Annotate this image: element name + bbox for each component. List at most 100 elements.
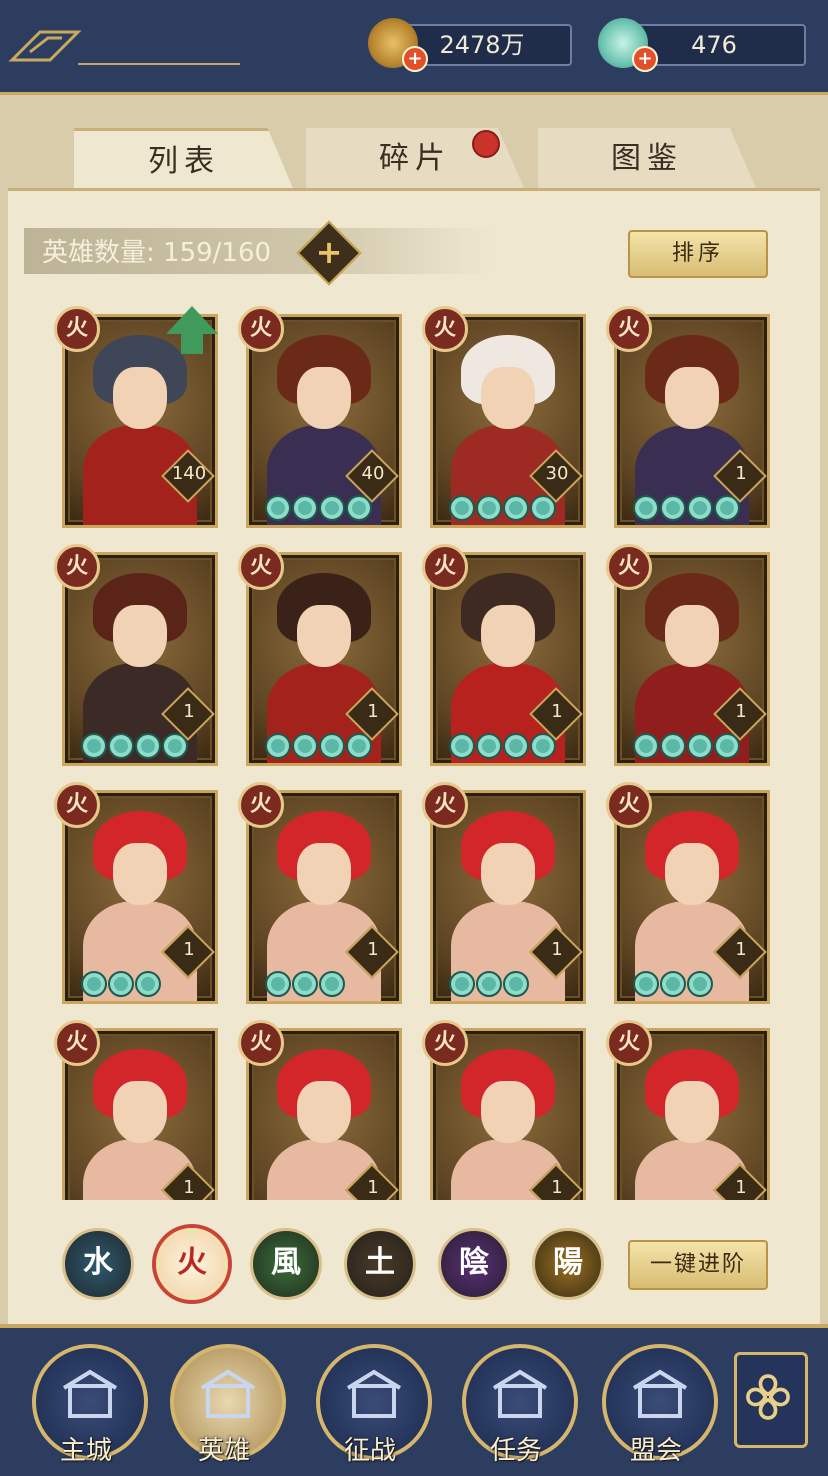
jade-star-icon: [476, 971, 502, 997]
fire-element-badge: 火: [606, 544, 652, 590]
jade-star-icon: [714, 495, 740, 521]
hero-level: 1: [367, 701, 379, 722]
fire-element-badge: 火: [238, 306, 284, 352]
coin-counter: 2478万 +: [368, 18, 572, 72]
jade-star-icon: [449, 733, 475, 759]
menu-ornament-icon: [8, 30, 240, 65]
hero-face: [665, 605, 719, 667]
jade-star-icon: [265, 495, 291, 521]
hero-level: 140: [171, 463, 207, 484]
tab-collection[interactable]: 图鉴: [538, 128, 756, 188]
star-rating: [449, 733, 557, 759]
add-coin-button[interactable]: +: [402, 46, 428, 72]
hero-level: 1: [367, 939, 379, 960]
jade-star-icon: [476, 495, 502, 521]
hero-count-banner: 英雄数量: 159/160: [24, 228, 494, 274]
hero-portrait-icon: [200, 1369, 256, 1418]
upgrade-all-button[interactable]: 一键进阶: [628, 1240, 768, 1290]
jade-counter: 476 +: [598, 18, 806, 72]
jade-star-icon: [162, 733, 188, 759]
hero-level: 1: [735, 939, 747, 960]
hero-level: 1: [551, 701, 563, 722]
hero-grid: 140 火 40 火 30 火 1 火 1 火 1 火 1 火 1 火 1 火 1 火 1 火 1 火 1 火 1 火 1 火 1 火: [40, 296, 780, 1200]
jade-star-icon: [108, 733, 134, 759]
hero-face: [481, 367, 535, 429]
fire-element-badge: 火: [54, 1020, 100, 1066]
nav-label: 征战: [343, 1436, 396, 1466]
scroll-bell-icon: [492, 1369, 548, 1418]
fire-element-badge: 火: [606, 306, 652, 352]
hero-face: [665, 843, 719, 905]
jade-star-icon: [714, 733, 740, 759]
jade-star-icon: [135, 971, 161, 997]
star-rating: [265, 971, 346, 997]
jade-star-icon: [265, 971, 291, 997]
jade-star-icon: [81, 733, 107, 759]
jade-star-icon: [292, 971, 318, 997]
element-filter-0[interactable]: 水: [62, 1228, 134, 1300]
jade-star-icon: [476, 733, 502, 759]
element-filter-4[interactable]: 陰: [438, 1228, 510, 1300]
nav-label: 英雄: [197, 1436, 250, 1466]
fire-element-badge: 火: [422, 782, 468, 828]
hero-level: 1: [551, 1177, 563, 1198]
jade-star-icon: [660, 971, 686, 997]
hero-level: 1: [551, 939, 563, 960]
jade-star-icon: [81, 971, 107, 997]
hero-face: [665, 367, 719, 429]
jade-star-icon: [503, 971, 529, 997]
jade-star-icon: [449, 971, 475, 997]
sort-button[interactable]: 排序: [628, 230, 768, 278]
fire-element-badge: 火: [238, 544, 284, 590]
jade-star-icon: [265, 525, 291, 528]
jade-star-icon: [319, 971, 345, 997]
hero-level: 40: [361, 463, 385, 484]
hero-face: [113, 1081, 167, 1143]
jade-star-icon: [687, 733, 713, 759]
hero-face: [665, 1081, 719, 1143]
hero-count-label: 英雄数量: 159/160: [42, 238, 272, 268]
pavilion-icon: [632, 1369, 688, 1418]
jade-star-icon: [319, 733, 345, 759]
fire-element-badge: 火: [422, 1020, 468, 1066]
jade-star-icon: [135, 733, 161, 759]
flower-menu-icon: [746, 1374, 790, 1420]
fire-element-badge: 火: [238, 1020, 284, 1066]
fire-element-badge: 火: [54, 544, 100, 590]
hero-level: 1: [735, 1177, 747, 1198]
hero-level: 1: [735, 701, 747, 722]
add-jade-button[interactable]: +: [632, 46, 658, 72]
hero-face: [297, 1081, 351, 1143]
jade-star-icon: [346, 495, 372, 521]
jade-star-icon: [633, 525, 659, 528]
horn-icon: [346, 1369, 402, 1418]
hero-face: [113, 605, 167, 667]
jade-star-icon: [687, 971, 713, 997]
tab-list[interactable]: 列表: [74, 128, 294, 191]
hero-face: [481, 605, 535, 667]
jade-star-icon: [292, 495, 318, 521]
star-rating: [633, 733, 741, 759]
hero-face: [113, 843, 167, 905]
jade-star-icon: [265, 733, 291, 759]
element-filter-3[interactable]: 土: [344, 1228, 416, 1300]
hero-level: 1: [183, 1177, 195, 1198]
star-rating: [449, 495, 583, 521]
menu-button[interactable]: [734, 1352, 808, 1448]
jade-star-icon: [660, 495, 686, 521]
star-rating: [81, 971, 162, 997]
element-filter-2[interactable]: 風: [250, 1228, 322, 1300]
hero-level: 1: [735, 463, 747, 484]
jade-star-icon: [449, 495, 475, 521]
jade-star-icon: [503, 733, 529, 759]
nav-label: 盟会: [629, 1436, 682, 1466]
fire-element-badge: 火: [422, 544, 468, 590]
fire-element-badge: 火: [238, 782, 284, 828]
jade-star-icon: [346, 733, 372, 759]
hero-face: [297, 367, 351, 429]
element-filter-5[interactable]: 陽: [532, 1228, 604, 1300]
jade-star-icon: [633, 495, 659, 521]
element-filter-1[interactable]: 火: [156, 1228, 228, 1300]
fire-element-badge: 火: [54, 306, 100, 352]
jade-star-icon: [633, 971, 659, 997]
